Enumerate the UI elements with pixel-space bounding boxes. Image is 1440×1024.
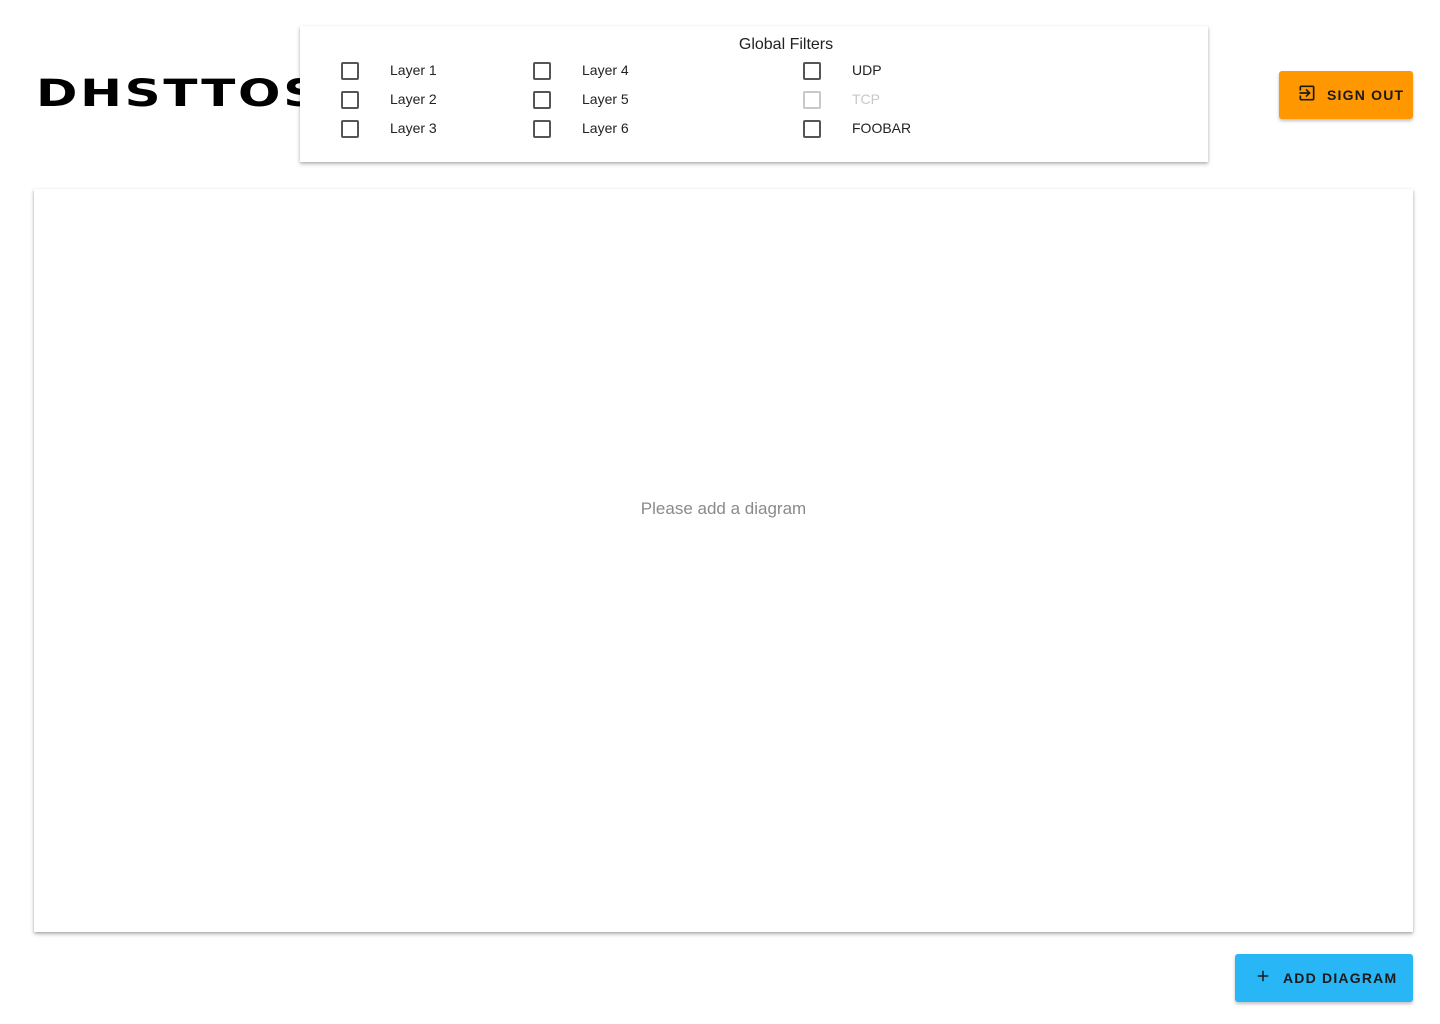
filter-layer-3[interactable] bbox=[341, 118, 359, 140]
plus-icon bbox=[1254, 967, 1272, 990]
app-logo: DHSTTOS bbox=[36, 72, 322, 115]
checkbox-icon[interactable] bbox=[341, 91, 359, 109]
add-diagram-button[interactable]: ADD DIAGRAM bbox=[1235, 954, 1413, 1002]
checkbox-icon bbox=[803, 91, 821, 109]
filter-layer-4[interactable] bbox=[533, 60, 551, 82]
checkbox-icon[interactable] bbox=[533, 120, 551, 138]
filter-label-layer-5: Layer 5 bbox=[582, 91, 629, 107]
filter-label-foobar: FOOBAR bbox=[852, 120, 912, 136]
empty-state-message: Please add a diagram bbox=[640, 499, 807, 518]
checkbox-icon[interactable] bbox=[803, 120, 821, 138]
sign-out-label: SIGN OUT bbox=[1327, 87, 1405, 103]
filter-udp[interactable] bbox=[803, 60, 821, 82]
filter-foobar[interactable] bbox=[803, 118, 821, 140]
diagram-canvas: Please add a diagram bbox=[34, 189, 1413, 932]
filter-layer-6[interactable] bbox=[533, 118, 551, 140]
exit-to-app-icon bbox=[1297, 83, 1317, 108]
add-diagram-label: ADD DIAGRAM bbox=[1283, 970, 1398, 986]
filter-tcp bbox=[803, 89, 821, 111]
filter-layer-1[interactable] bbox=[341, 60, 359, 82]
checkbox-icon[interactable] bbox=[803, 62, 821, 80]
filter-label-layer-4: Layer 4 bbox=[582, 62, 629, 78]
filter-layer-5[interactable] bbox=[533, 89, 551, 111]
checkbox-icon[interactable] bbox=[341, 62, 359, 80]
filter-layer-2[interactable] bbox=[341, 89, 359, 111]
filters-title: Global Filters bbox=[300, 36, 1154, 54]
filter-label-layer-2: Layer 2 bbox=[390, 91, 437, 107]
checkbox-icon[interactable] bbox=[533, 91, 551, 109]
sign-out-button[interactable]: SIGN OUT bbox=[1279, 71, 1413, 119]
checkbox-icon[interactable] bbox=[533, 62, 551, 80]
filters-title-text: Global Filters bbox=[738, 36, 834, 53]
filter-label-layer-6: Layer 6 bbox=[582, 120, 629, 136]
filter-label-layer-3: Layer 3 bbox=[390, 120, 437, 136]
checkbox-icon[interactable] bbox=[341, 120, 359, 138]
filter-label-tcp: TCP bbox=[852, 91, 880, 107]
filter-label-layer-1: Layer 1 bbox=[390, 62, 437, 78]
filter-label-udp: UDP bbox=[852, 62, 882, 78]
global-filters-panel: Global Filters Layer 1 Layer 2 Layer 3 L… bbox=[300, 26, 1208, 162]
